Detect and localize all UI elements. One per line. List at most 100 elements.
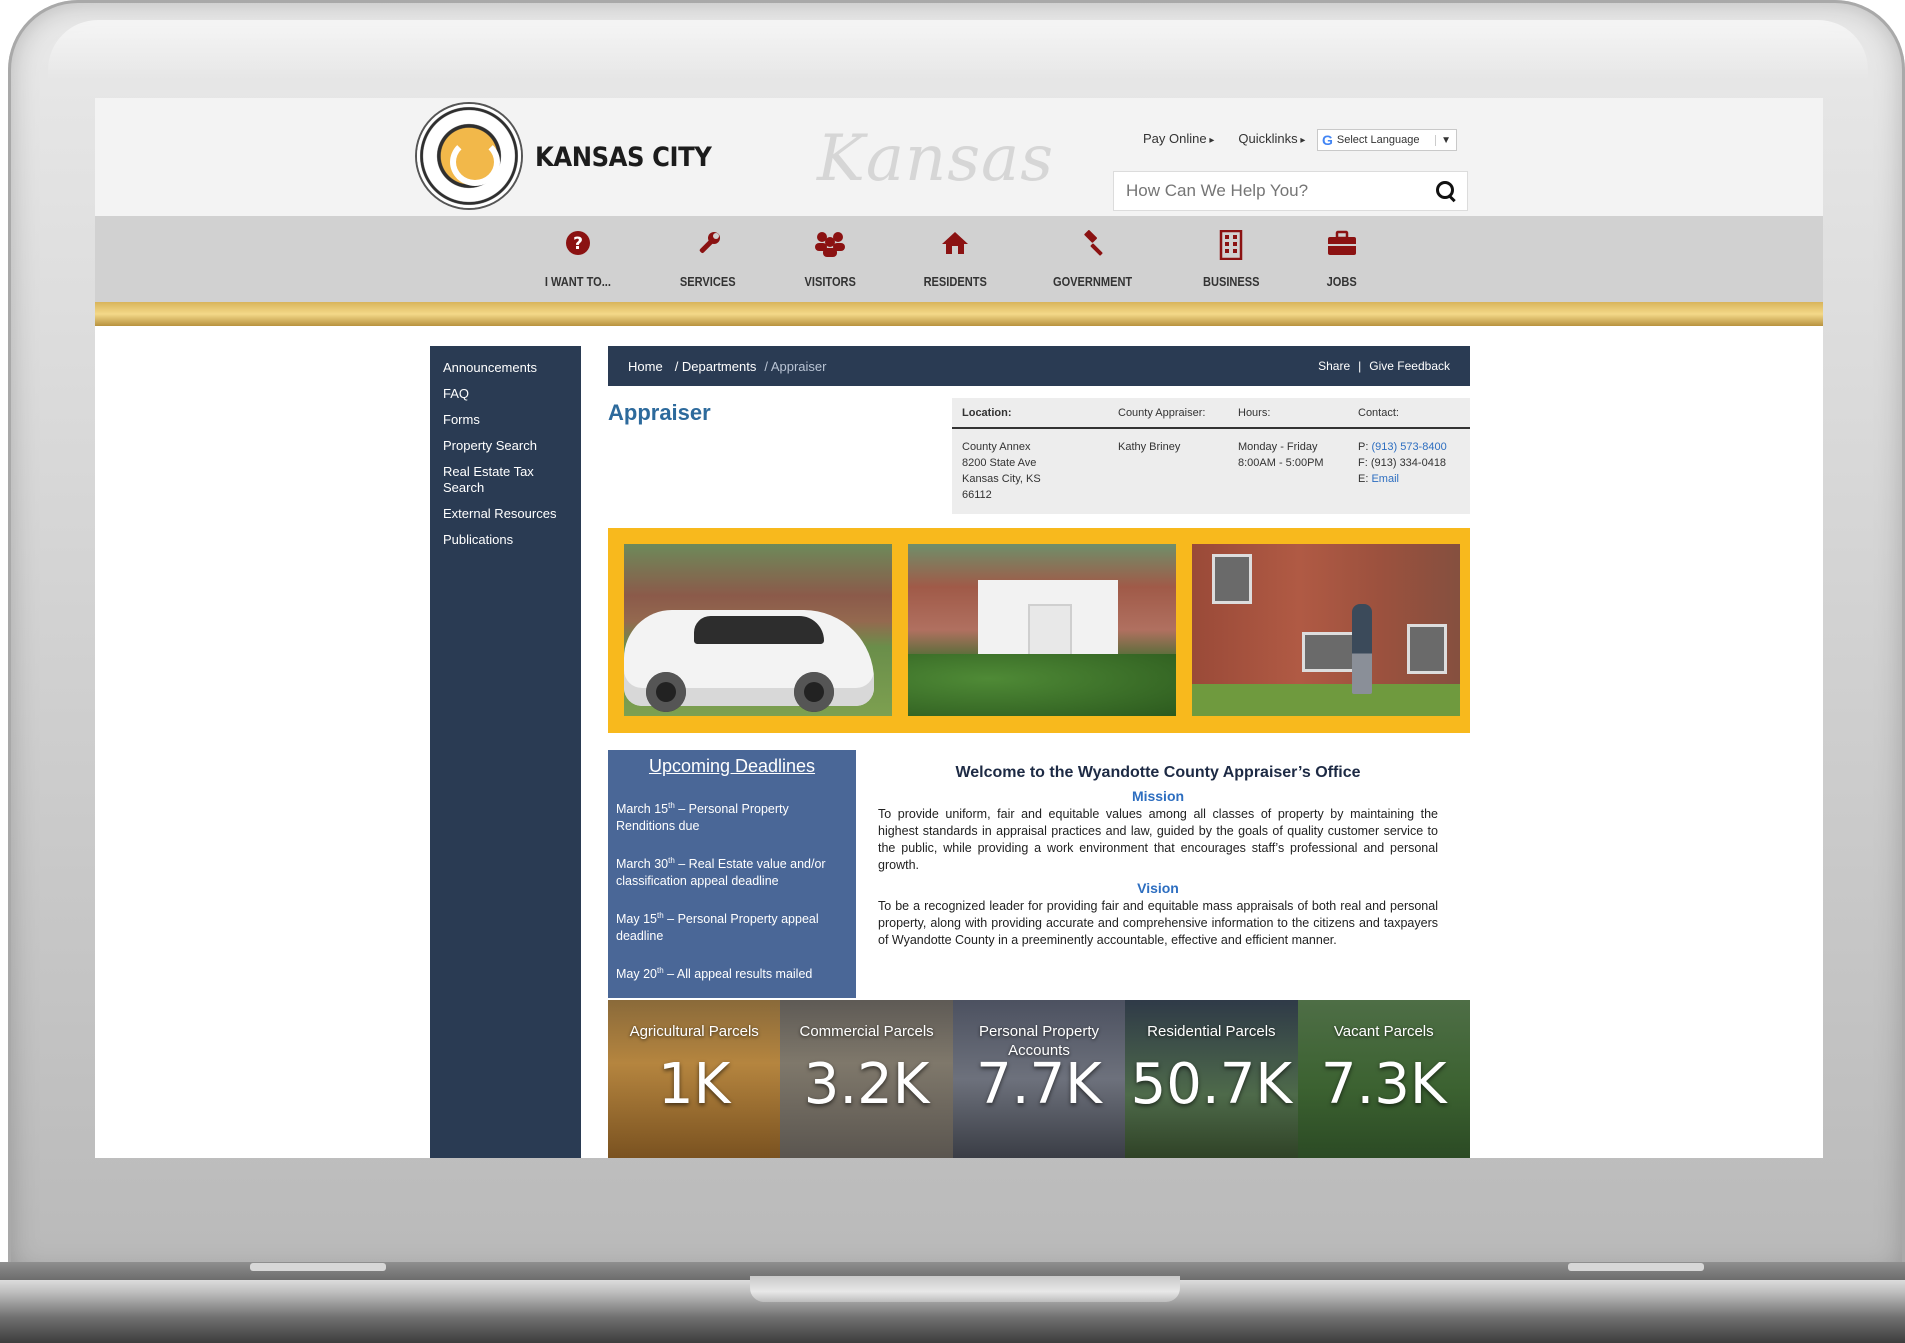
stat-vacant-parcels: Vacant Parcels 7.3K — [1297, 1000, 1470, 1158]
brick-building-photo — [1192, 544, 1460, 716]
stat-label: Commercial Parcels — [799, 1023, 934, 1040]
search-box — [1113, 171, 1468, 211]
sidebar-item-forms[interactable]: Forms — [443, 412, 568, 428]
stat-label: Vacant Parcels — [1333, 1023, 1434, 1040]
stat-residential-parcels: Residential Parcels 50.7K — [1125, 1000, 1298, 1158]
sidebar: Announcements FAQ Forms Property Search … — [430, 346, 581, 1158]
divider: | — [1358, 359, 1362, 373]
breadcrumb-home-link[interactable]: Home — [628, 359, 663, 374]
svg-text:?: ? — [573, 234, 583, 254]
search-input[interactable] — [1114, 181, 1404, 201]
info-header-hours: Hours: — [1238, 406, 1271, 419]
fax-number: F: (913) 334-0418 — [1358, 457, 1447, 469]
caret-down-icon: ▼ — [1435, 134, 1456, 146]
sidebar-item-external-resources[interactable]: External Resources — [443, 506, 568, 522]
laptop-foot-right — [1568, 1263, 1704, 1271]
stat-value: 3.2K — [803, 1052, 930, 1117]
page-title: Appraiser — [608, 400, 711, 425]
window-shape — [1407, 624, 1447, 674]
window-shape — [1212, 554, 1252, 604]
stat-value: 7.3K — [1320, 1052, 1447, 1117]
bush-shape — [908, 654, 1176, 716]
phone-link[interactable]: (913) 573-8400 — [1371, 441, 1446, 453]
nav-label: I WANT TO... — [544, 274, 612, 289]
sidebar-item-announcements[interactable]: Announcements — [443, 360, 568, 376]
breadcrumb-actions: Share | Give Feedback — [1318, 359, 1450, 373]
nav-jobs[interactable]: JOBS — [1282, 230, 1402, 289]
info-header-row: Location: County Appraiser: Hours: Conta… — [952, 398, 1470, 429]
sidebar-item-publications[interactable]: Publications — [443, 532, 568, 548]
stat-value: 1K — [658, 1052, 731, 1117]
building-icon — [1219, 229, 1243, 262]
nav-services[interactable]: SERVICES — [648, 230, 768, 289]
deadlines-title[interactable]: Upcoming Deadlines — [616, 756, 848, 777]
location-line: Kansas City, KS — [962, 473, 1041, 485]
upcoming-deadlines-panel: Upcoming Deadlines March 15th – Personal… — [608, 750, 856, 998]
site-logo-text[interactable]: KANSAS CITY — [535, 142, 712, 173]
grass-shape — [1192, 684, 1460, 716]
google-translate-icon: G — [1322, 132, 1333, 148]
appraiser-car-photo — [624, 544, 892, 716]
info-data-row: County Annex 8200 State Ave Kansas City,… — [952, 429, 1470, 503]
email-link[interactable]: Email — [1371, 473, 1399, 485]
stat-label: Residential Parcels — [1147, 1023, 1276, 1040]
stat-agricultural-parcels: Agricultural Parcels 1K — [608, 1000, 781, 1158]
breadcrumb: Home / Departments / Appraiser Share | Giv… — [608, 346, 1470, 386]
language-select[interactable]: G Select Language ▼ — [1317, 129, 1457, 151]
house-porch-photo — [908, 544, 1176, 716]
stat-commercial-parcels: Commercial Parcels 3.2K — [780, 1000, 953, 1158]
stat-value: 50.7K — [1130, 1052, 1293, 1117]
nav-government[interactable]: GOVERNMENT — [1033, 230, 1153, 289]
location-line: County Annex — [962, 441, 1031, 453]
hours-times: 8:00AM - 5:00PM — [1238, 457, 1324, 469]
photo-strip — [608, 528, 1470, 733]
sidebar-item-real-estate-tax-search[interactable]: Real Estate Tax Search — [443, 464, 568, 496]
nav-label: GOVERNMENT — [1053, 274, 1133, 289]
language-select-label: Select Language — [1336, 134, 1420, 146]
email-label: E: — [1358, 473, 1369, 485]
breadcrumb-departments-link[interactable]: / Departments — [675, 359, 757, 374]
question-circle-icon: ? — [565, 230, 591, 262]
briefcase-icon — [1327, 230, 1357, 262]
wrench-icon — [694, 230, 722, 262]
pay-online-link[interactable]: Pay Online — [1143, 131, 1214, 146]
deadline-item: March 30th – Real Estate value and/or cl… — [616, 856, 826, 889]
phone-label: P: — [1358, 441, 1369, 453]
location-line: 8200 State Ave — [962, 457, 1037, 469]
nav-label: RESIDENTS — [923, 274, 987, 289]
gold-divider-band — [95, 302, 1823, 326]
kansas-watermark: Kansas — [817, 122, 1055, 196]
location-cell: County Annex 8200 State Ave Kansas City,… — [952, 439, 1118, 503]
share-link[interactable]: Share — [1318, 359, 1350, 373]
person-shape — [1352, 604, 1372, 694]
give-feedback-link[interactable]: Give Feedback — [1369, 359, 1450, 373]
nav-label: SERVICES — [680, 274, 736, 289]
info-header-contact: Contact: — [1358, 406, 1399, 419]
stat-label: Agricultural Parcels — [629, 1023, 759, 1040]
hours-cell: Monday - Friday 8:00AM - 5:00PM — [1238, 439, 1358, 503]
nav-business[interactable]: BUSINESS — [1171, 229, 1291, 289]
unified-government-seal-logo[interactable] — [417, 104, 521, 208]
bezel-shine — [48, 20, 1868, 80]
home-icon — [941, 230, 969, 262]
nav-label: BUSINESS — [1202, 274, 1260, 289]
sidebar-item-property-search[interactable]: Property Search — [443, 438, 568, 454]
hours-days: Monday - Friday — [1238, 441, 1318, 453]
search-icon[interactable] — [1435, 180, 1457, 202]
site-header: KANSAS CITY Kansas Pay Online Quicklinks… — [95, 98, 1823, 216]
vision-heading: Vision — [1137, 880, 1179, 896]
main-navigation: ? I WANT TO... SERVICES VISITORS RESIDEN… — [95, 216, 1823, 302]
nav-residents[interactable]: RESIDENTS — [895, 230, 1015, 289]
office-info-table: Location: County Appraiser: Hours: Conta… — [952, 398, 1470, 514]
appraiser-name: Kathy Briney — [1118, 441, 1181, 453]
laptop-notch — [750, 1276, 1180, 1302]
mission-text: To provide uniform, fair and equitable v… — [878, 807, 1438, 872]
nav-i-want-to[interactable]: ? I WANT TO... — [518, 230, 638, 289]
nav-visitors[interactable]: VISITORS — [770, 230, 890, 289]
info-header-appraiser: County Appraiser: — [1118, 406, 1206, 419]
deadline-item: May 20th – All appeal results mailed — [616, 966, 813, 982]
vision-text: To be a recognized leader for providing … — [878, 899, 1438, 947]
sidebar-item-faq[interactable]: FAQ — [443, 386, 568, 402]
laptop-foot-left — [250, 1263, 386, 1271]
quicklinks-link[interactable]: Quicklinks — [1238, 131, 1305, 146]
